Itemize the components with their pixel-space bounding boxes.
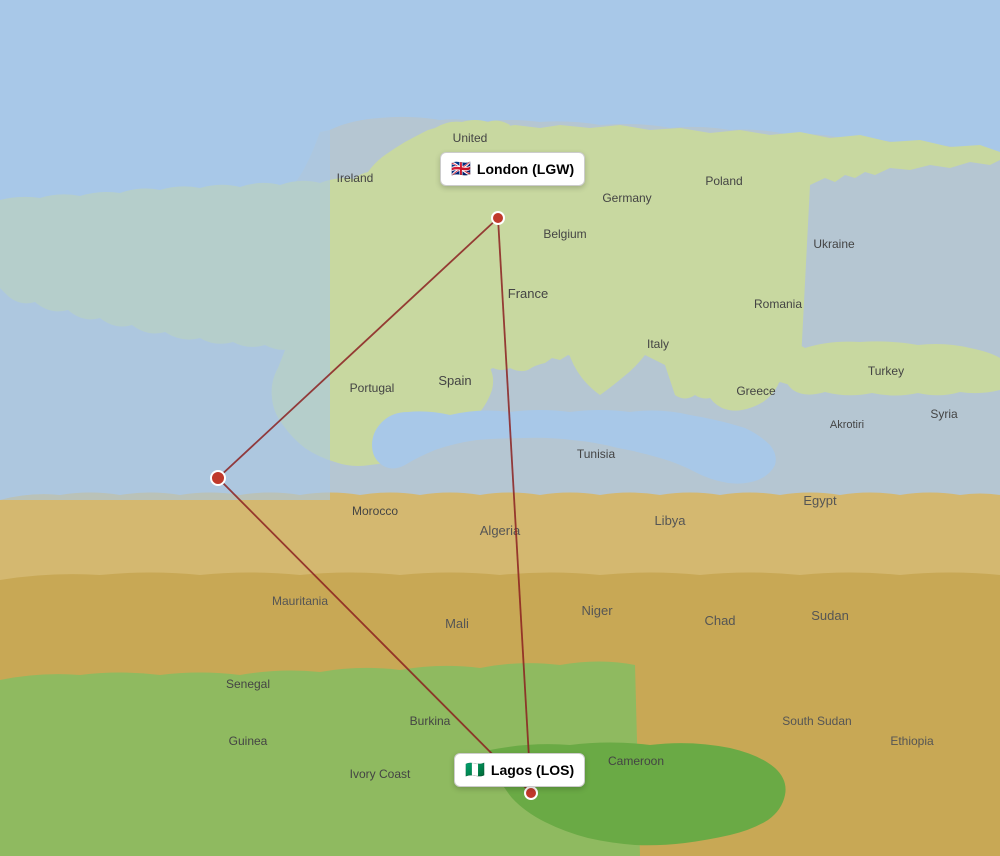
map-svg: Ireland United Belgium Germany Poland Uk… (0, 0, 1000, 856)
svg-text:Sudan: Sudan (811, 608, 849, 623)
svg-text:Belgium: Belgium (543, 227, 586, 241)
svg-text:South Sudan: South Sudan (782, 714, 851, 728)
svg-text:Mauritania: Mauritania (272, 594, 328, 608)
svg-text:Egypt: Egypt (803, 493, 837, 508)
svg-text:Greece: Greece (736, 384, 776, 398)
svg-text:Burkina: Burkina (410, 714, 451, 728)
map-container: Ireland United Belgium Germany Poland Uk… (0, 0, 1000, 856)
svg-text:Akrotiri: Akrotiri (830, 419, 864, 431)
svg-text:Ireland: Ireland (337, 171, 374, 185)
svg-text:Niger: Niger (581, 603, 613, 618)
svg-text:Senegal: Senegal (226, 677, 270, 691)
svg-text:Portugal: Portugal (350, 381, 395, 395)
svg-text:Morocco: Morocco (352, 504, 398, 518)
svg-text:Germany: Germany (602, 191, 651, 205)
svg-text:Tunisia: Tunisia (577, 447, 616, 461)
svg-text:United: United (453, 131, 488, 145)
svg-text:Turkey: Turkey (868, 364, 904, 378)
svg-text:Libya: Libya (654, 513, 686, 528)
svg-text:Chad: Chad (704, 613, 735, 628)
svg-text:Mali: Mali (445, 616, 469, 631)
svg-text:Ivory Coast: Ivory Coast (350, 767, 411, 781)
svg-text:Italy: Italy (647, 337, 669, 351)
svg-text:Romania: Romania (754, 297, 802, 311)
svg-text:Guinea: Guinea (229, 734, 268, 748)
svg-text:Cameroon: Cameroon (608, 754, 664, 768)
svg-text:Spain: Spain (438, 373, 471, 388)
svg-text:France: France (508, 286, 548, 301)
svg-text:Poland: Poland (705, 174, 742, 188)
svg-text:Ukraine: Ukraine (813, 237, 855, 251)
svg-text:Syria: Syria (930, 407, 958, 421)
svg-text:Ethiopia: Ethiopia (890, 734, 934, 748)
